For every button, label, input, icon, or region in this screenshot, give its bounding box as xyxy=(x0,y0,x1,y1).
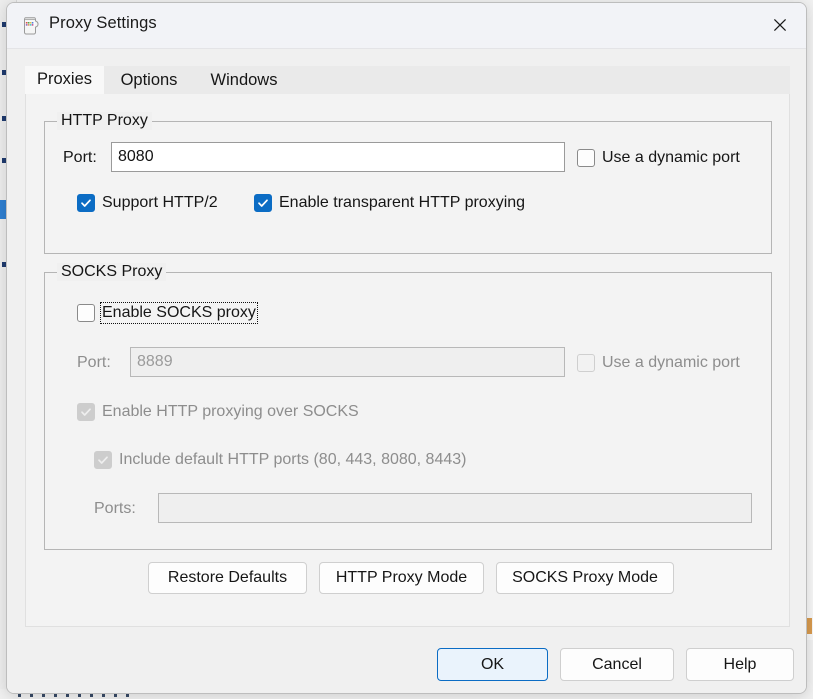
enable-socks-checkbox-row[interactable]: Enable SOCKS proxy xyxy=(77,302,258,324)
tab-options-label: Options xyxy=(120,70,178,89)
socks-port-input[interactable] xyxy=(130,347,565,377)
socks-dynamic-port-label: Use a dynamic port xyxy=(602,354,740,371)
enable-socks-checkbox[interactable] xyxy=(77,304,95,322)
http-dynamic-port-label: Use a dynamic port xyxy=(602,149,740,166)
http-over-socks-checkbox xyxy=(77,403,95,421)
tab-strip: Proxies Options Windows xyxy=(25,66,790,95)
cancel-button-label: Cancel xyxy=(592,655,642,673)
http-port-input[interactable] xyxy=(111,142,565,172)
http-port-label: Port: xyxy=(63,149,97,166)
title-bar: Proxy Settings xyxy=(7,3,806,49)
ok-button[interactable]: OK xyxy=(437,648,548,681)
enable-socks-label: Enable SOCKS proxy xyxy=(100,302,258,324)
tab-windows-label: Windows xyxy=(210,70,278,89)
http-dynamic-port-checkbox[interactable] xyxy=(577,149,595,167)
proxies-tab-panel: HTTP Proxy Port: Use a dynamic port Supp… xyxy=(25,94,790,627)
window-title: Proxy Settings xyxy=(49,14,157,32)
ok-button-label: OK xyxy=(480,655,505,673)
dialog-footer: OK Cancel Help xyxy=(7,627,806,693)
http-over-socks-checkbox-row: Enable HTTP proxying over SOCKS xyxy=(77,403,359,421)
http-proxy-group-title: HTTP Proxy xyxy=(57,112,152,130)
socks-dynamic-port-checkbox-row: Use a dynamic port xyxy=(577,354,740,372)
include-default-ports-checkbox xyxy=(94,451,112,469)
help-button[interactable]: Help xyxy=(686,648,794,681)
include-default-ports-checkbox-row: Include default HTTP ports (80, 443, 808… xyxy=(94,451,466,469)
http-dynamic-port-checkbox-row[interactable]: Use a dynamic port xyxy=(577,149,740,167)
socks-proxy-mode-label: SOCKS Proxy Mode xyxy=(512,569,658,586)
http-over-socks-label: Enable HTTP proxying over SOCKS xyxy=(102,403,359,420)
background-right-edge xyxy=(806,430,813,640)
restore-defaults-label: Restore Defaults xyxy=(167,569,288,586)
transparent-proxying-checkbox-row[interactable]: Enable transparent HTTP proxying xyxy=(254,194,525,212)
socks-proxy-group: SOCKS Proxy Enable SOCKS proxy Port: Use… xyxy=(44,263,772,550)
tab-windows[interactable]: Windows xyxy=(194,66,294,94)
support-http2-checkbox[interactable] xyxy=(77,194,95,212)
tab-options[interactable]: Options xyxy=(104,66,194,94)
include-default-ports-label: Include default HTTP ports (80, 443, 808… xyxy=(119,451,467,468)
support-http2-label: Support HTTP/2 xyxy=(102,194,218,211)
restore-defaults-button[interactable]: Restore Defaults xyxy=(148,562,307,594)
socks-port-label: Port: xyxy=(77,354,111,371)
jug-icon xyxy=(20,14,42,37)
socks-dynamic-port-checkbox xyxy=(577,354,595,372)
socks-ports-input[interactable] xyxy=(158,493,752,523)
help-button-label: Help xyxy=(723,655,757,673)
http-proxy-mode-label: HTTP Proxy Mode xyxy=(335,569,468,586)
proxy-settings-dialog: Proxy Settings Proxies Options Windows H… xyxy=(6,2,807,694)
background-right-accent xyxy=(807,618,812,634)
socks-proxy-group-title: SOCKS Proxy xyxy=(57,263,167,281)
http-proxy-mode-button[interactable]: HTTP Proxy Mode xyxy=(319,562,484,594)
transparent-proxying-checkbox[interactable] xyxy=(254,194,272,212)
cancel-button[interactable]: Cancel xyxy=(560,648,674,681)
transparent-proxying-label: Enable transparent HTTP proxying xyxy=(279,194,526,211)
http-proxy-group: HTTP Proxy Port: Use a dynamic port Supp… xyxy=(44,112,772,254)
close-icon[interactable] xyxy=(754,3,806,47)
tab-proxies-label: Proxies xyxy=(36,70,93,88)
socks-ports-label: Ports: xyxy=(94,500,136,517)
support-http2-checkbox-row[interactable]: Support HTTP/2 xyxy=(77,194,218,212)
tab-proxies[interactable]: Proxies xyxy=(25,66,104,94)
socks-proxy-mode-button[interactable]: SOCKS Proxy Mode xyxy=(496,562,674,594)
